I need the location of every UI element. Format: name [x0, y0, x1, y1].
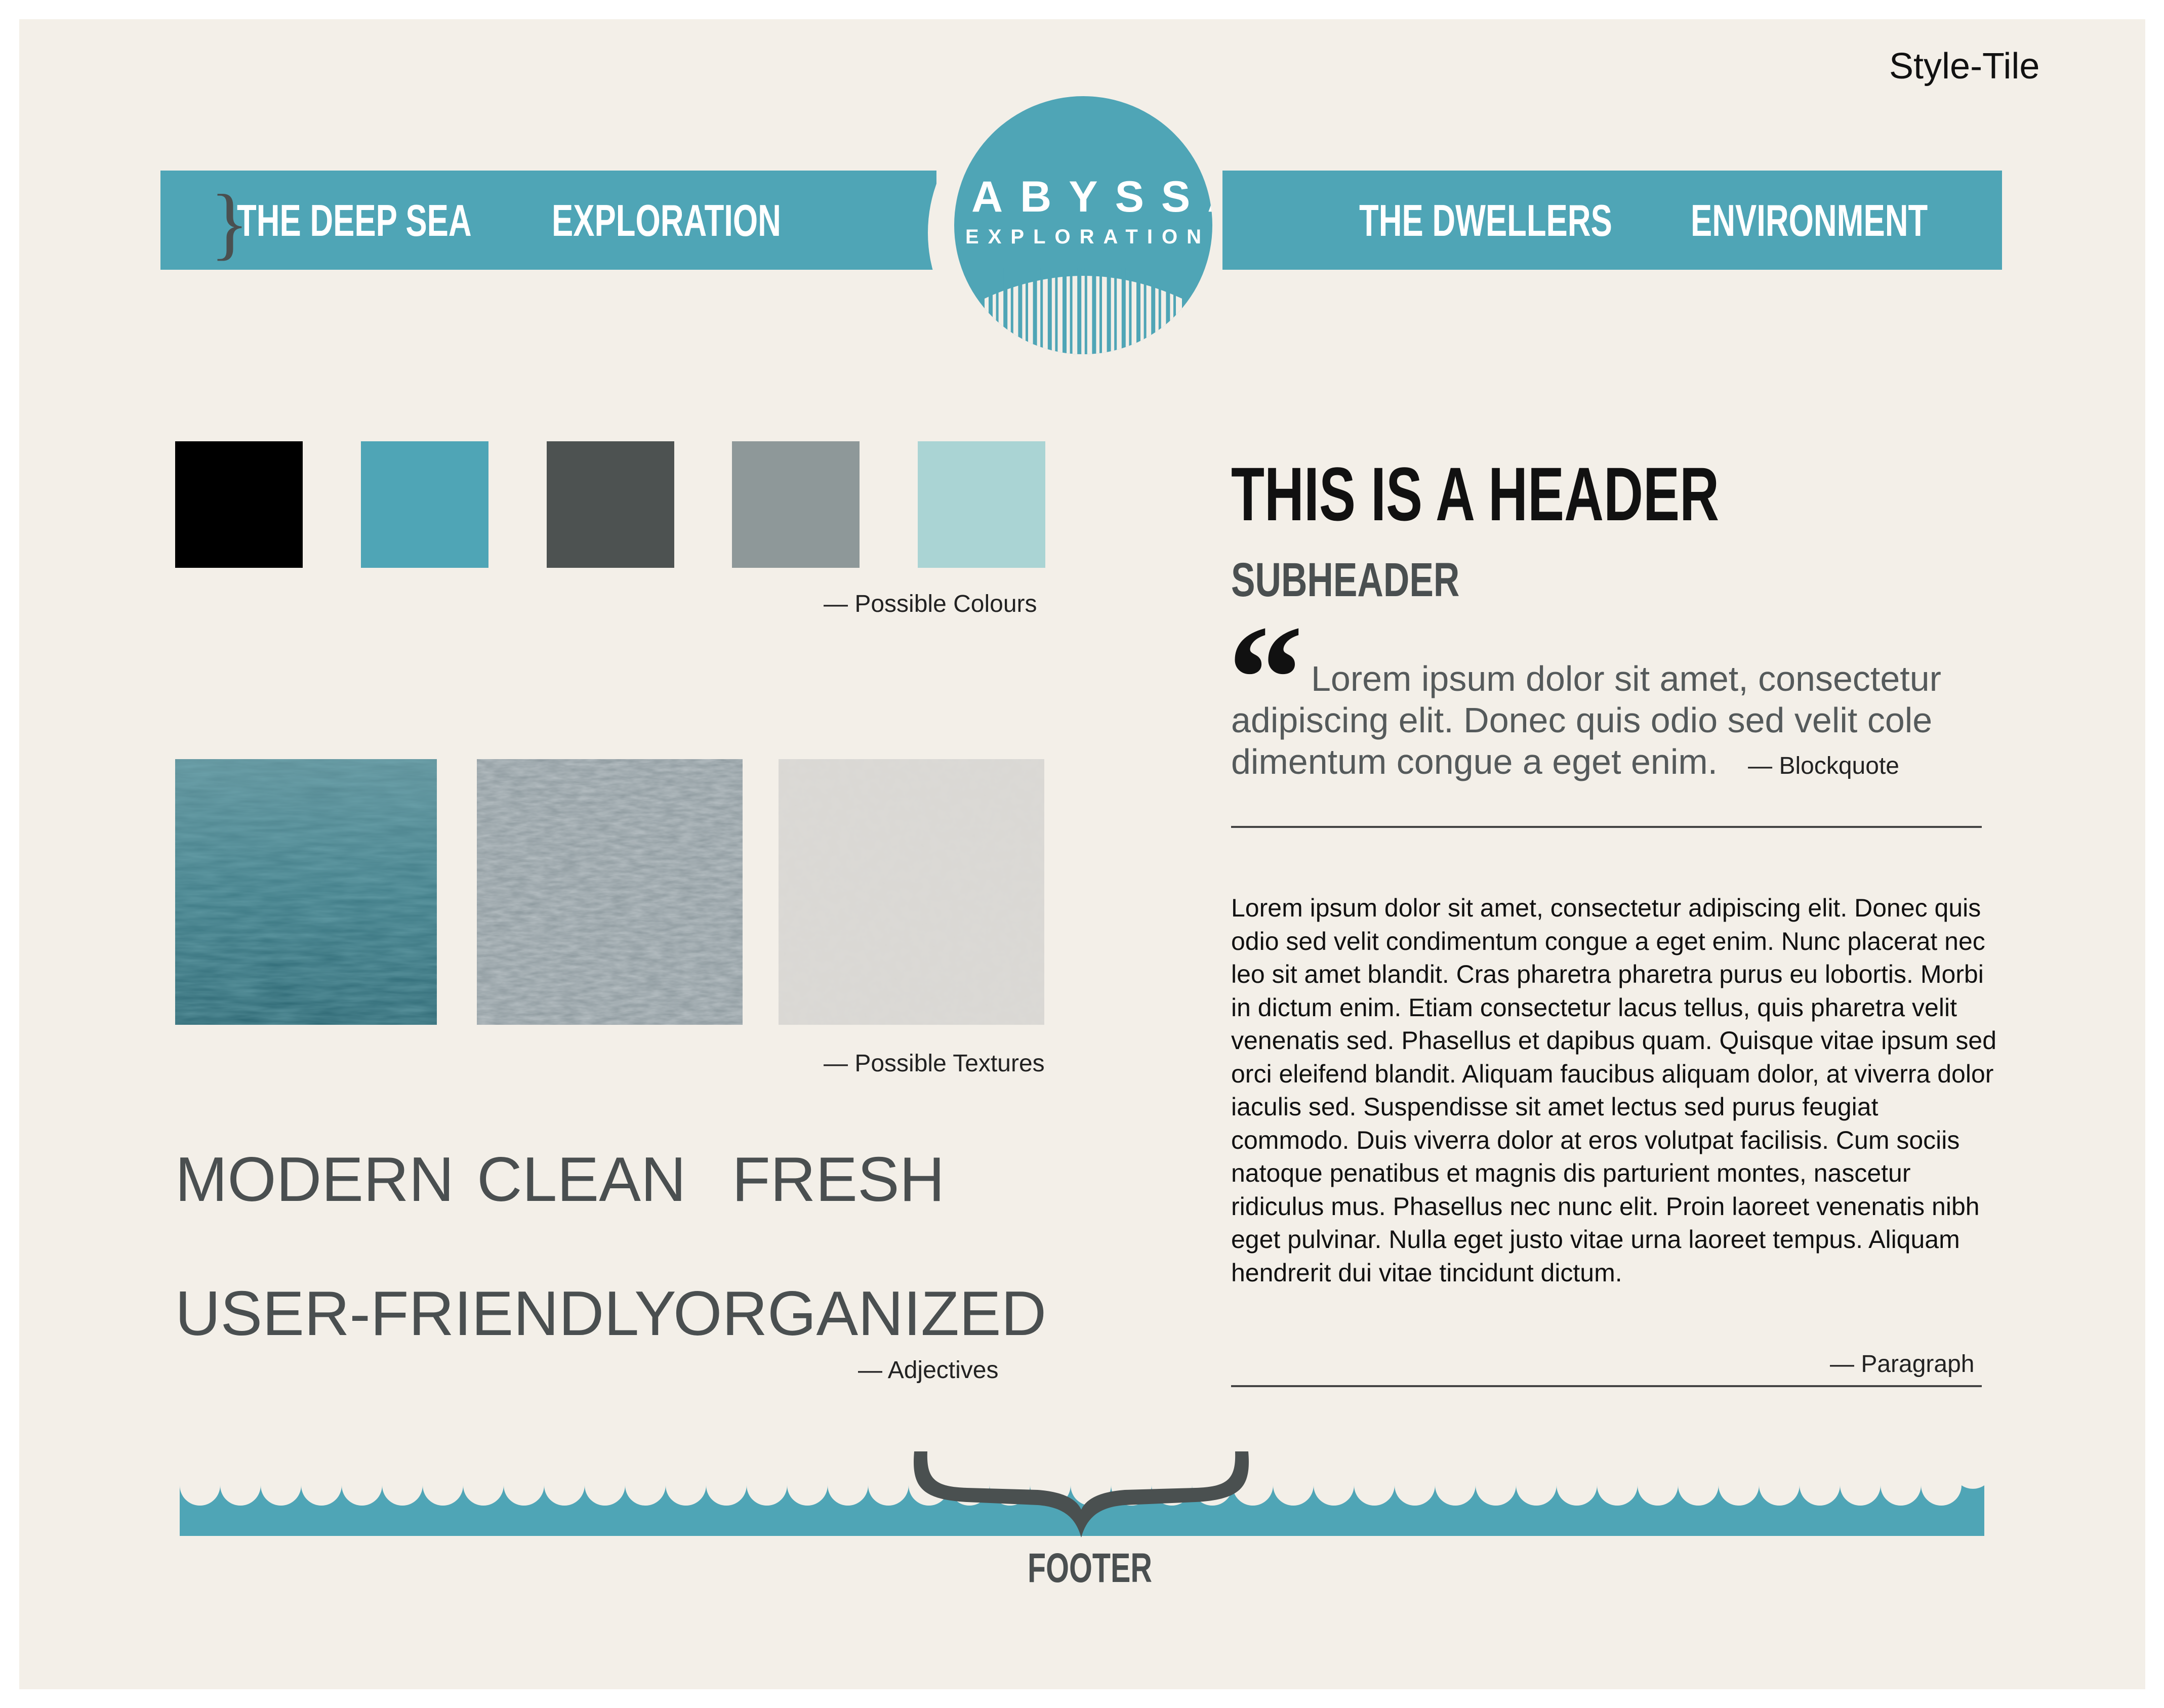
logo-title: ABYSSAL [971, 173, 1212, 221]
sample-header: THIS IS A HEADER [1231, 451, 1720, 536]
footer-label: FOOTER [1028, 1545, 1152, 1591]
nav-item-the-dwellers[interactable]: THE DWELLERS [1359, 195, 1612, 246]
adjective-fresh: FRESH [732, 1145, 945, 1215]
adjectives-caption: — Adjectives [858, 1357, 999, 1384]
textures-caption: — Possible Textures [824, 1050, 1045, 1077]
swatch-black [175, 441, 303, 568]
paragraph-caption: — Paragraph [1830, 1351, 1975, 1378]
water-surface-texture [175, 759, 437, 1025]
nav-item-the-deep-sea[interactable]: THE DEEP SEA [237, 195, 472, 246]
logo-stripes-icon [985, 268, 1182, 354]
footer-brace-icon [914, 1451, 1249, 1537]
swatch-dark-gray [547, 441, 674, 568]
adjective-user-friendly: USER-FRIENDLY [175, 1279, 676, 1349]
light-paper-texture [779, 759, 1044, 1025]
swatch-teal [361, 441, 488, 568]
adjective-organized: ORGANIZED [673, 1279, 1047, 1349]
nav-item-environment[interactable]: ENVIRONMENT [1691, 195, 1928, 246]
style-tile-label: Style-Tile [1889, 46, 2040, 87]
blockquote-caption: — Blockquote [1748, 753, 1899, 779]
logo[interactable]: ABYSSAL EXPLORATION [954, 96, 1212, 354]
adjective-clean: CLEAN [477, 1145, 686, 1215]
colours-caption: — Possible Colours [824, 591, 1037, 617]
nav-item-exploration[interactable]: EXPLORATION [552, 195, 781, 246]
adjective-modern: MODERN [175, 1145, 455, 1215]
sample-paragraph: Lorem ipsum dolor sit amet, consectetur … [1231, 894, 1997, 1287]
blockquote: Lorem ipsum dolor sit amet, consectetur … [1231, 658, 2021, 787]
logo-subtitle: EXPLORATION [965, 226, 1210, 248]
divider-top [1231, 826, 1982, 828]
gray-sea-texture [477, 759, 743, 1025]
swatch-light-teal [918, 441, 1045, 568]
divider-bottom [1231, 1385, 1982, 1387]
swatch-gray [732, 441, 860, 568]
